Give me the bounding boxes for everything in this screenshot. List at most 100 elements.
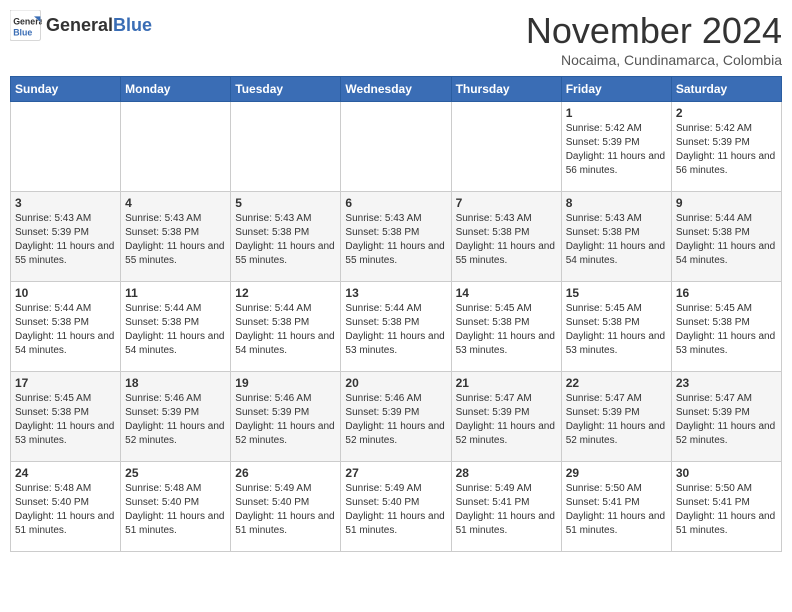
day-info: Sunrise: 5:46 AM Sunset: 5:39 PM Dayligh… bbox=[235, 392, 336, 448]
calendar-cell: 23Sunrise: 5:47 AM Sunset: 5:39 PM Dayli… bbox=[671, 372, 781, 462]
calendar-cell: 30 Sunrise: 5:50 AM Sunset: 5:41 PM Dayli… bbox=[671, 462, 781, 552]
calendar-cell: 21 Sunrise: 5:47 AM Sunset: 5:39 PM Dayli… bbox=[451, 372, 561, 462]
calendar-cell: 26Sunrise: 5:49 AM Sunset: 5:40 PM Dayli… bbox=[231, 462, 341, 552]
calendar-cell: 12 Sunrise: 5:44 AM Sunset: 5:38 PM Dayli… bbox=[231, 282, 341, 372]
weekday-header-thursday: Thursday bbox=[451, 77, 561, 102]
day-info: Sunrise: 5:45 AM Sunset: 5:38 PM Dayligh… bbox=[566, 302, 667, 358]
day-info: Sunrise: 5:43 AM Sunset: 5:38 PM Dayligh… bbox=[235, 212, 336, 268]
day-number: 12 bbox=[235, 286, 336, 300]
day-info: Sunrise: 5:44 AM Sunset: 5:38 PM Dayligh… bbox=[235, 302, 336, 358]
calendar-cell: 20 Sunrise: 5:46 AM Sunset: 5:39 PM Dayli… bbox=[341, 372, 451, 462]
day-info: Sunrise: 5:43 AM Sunset: 5:39 PM Dayligh… bbox=[15, 212, 116, 268]
day-info: Sunrise: 5:49 AM Sunset: 5:40 PM Dayligh… bbox=[345, 482, 446, 538]
day-number: 27 bbox=[345, 466, 446, 480]
day-number: 1 bbox=[566, 106, 667, 120]
calendar-cell: 27 Sunrise: 5:49 AM Sunset: 5:40 PM Dayli… bbox=[341, 462, 451, 552]
day-number: 20 bbox=[345, 376, 446, 390]
svg-text:Blue: Blue bbox=[13, 28, 32, 38]
day-info: Sunrise: 5:43 AM Sunset: 5:38 PM Dayligh… bbox=[566, 212, 667, 268]
day-number: 7 bbox=[456, 196, 557, 210]
calendar-cell: 18Sunrise: 5:46 AM Sunset: 5:39 PM Dayli… bbox=[121, 372, 231, 462]
day-number: 9 bbox=[676, 196, 777, 210]
day-info: Sunrise: 5:43 AM Sunset: 5:38 PM Dayligh… bbox=[456, 212, 557, 268]
calendar-cell: 22 Sunrise: 5:47 AM Sunset: 5:39 PM Dayli… bbox=[561, 372, 671, 462]
calendar-week-4: 17Sunrise: 5:45 AM Sunset: 5:38 PM Dayli… bbox=[11, 372, 782, 462]
calendar-cell: 11 Sunrise: 5:44 AM Sunset: 5:38 PM Dayli… bbox=[121, 282, 231, 372]
day-info: Sunrise: 5:49 AM Sunset: 5:41 PM Dayligh… bbox=[456, 482, 557, 538]
day-number: 3 bbox=[15, 196, 116, 210]
weekday-header-friday: Friday bbox=[561, 77, 671, 102]
calendar-cell: 9 Sunrise: 5:44 AM Sunset: 5:38 PM Daylig… bbox=[671, 192, 781, 282]
day-info: Sunrise: 5:42 AM Sunset: 5:39 PM Dayligh… bbox=[566, 122, 667, 178]
calendar-cell bbox=[451, 102, 561, 192]
calendar-cell bbox=[341, 102, 451, 192]
calendar-cell: 13 Sunrise: 5:44 AM Sunset: 5:38 PM Dayli… bbox=[341, 282, 451, 372]
calendar-cell: 16 Sunrise: 5:45 AM Sunset: 5:38 PM Dayli… bbox=[671, 282, 781, 372]
weekday-header-row: SundayMondayTuesdayWednesdayThursdayFrid… bbox=[11, 77, 782, 102]
calendar-cell: 7 Sunrise: 5:43 AM Sunset: 5:38 PM Daylig… bbox=[451, 192, 561, 282]
logo-icon: General Blue bbox=[10, 10, 42, 42]
day-number: 21 bbox=[456, 376, 557, 390]
day-info: Sunrise: 5:43 AM Sunset: 5:38 PM Dayligh… bbox=[345, 212, 446, 268]
calendar-cell: 28Sunrise: 5:49 AM Sunset: 5:41 PM Dayli… bbox=[451, 462, 561, 552]
logo: General Blue GeneralBlue bbox=[10, 10, 152, 42]
calendar-week-1: 1 Sunrise: 5:42 AM Sunset: 5:39 PM Daylig… bbox=[11, 102, 782, 192]
title-block: November 2024 Nocaima, Cundinamarca, Col… bbox=[526, 10, 782, 68]
calendar-cell bbox=[11, 102, 121, 192]
logo-general-text: General bbox=[46, 15, 113, 35]
calendar-cell: 19 Sunrise: 5:46 AM Sunset: 5:39 PM Dayli… bbox=[231, 372, 341, 462]
location-text: Nocaima, Cundinamarca, Colombia bbox=[526, 52, 782, 68]
calendar-cell: 15 Sunrise: 5:45 AM Sunset: 5:38 PM Dayli… bbox=[561, 282, 671, 372]
day-number: 16 bbox=[676, 286, 777, 300]
calendar-cell: 14 Sunrise: 5:45 AM Sunset: 5:38 PM Dayli… bbox=[451, 282, 561, 372]
day-info: Sunrise: 5:49 AM Sunset: 5:40 PM Dayligh… bbox=[235, 482, 336, 538]
day-info: Sunrise: 5:47 AM Sunset: 5:39 PM Dayligh… bbox=[676, 392, 777, 448]
day-info: Sunrise: 5:43 AM Sunset: 5:38 PM Dayligh… bbox=[125, 212, 226, 268]
day-number: 30 bbox=[676, 466, 777, 480]
day-info: Sunrise: 5:47 AM Sunset: 5:39 PM Dayligh… bbox=[456, 392, 557, 448]
calendar-cell: 3 Sunrise: 5:43 AM Sunset: 5:39 PM Daylig… bbox=[11, 192, 121, 282]
day-number: 29 bbox=[566, 466, 667, 480]
day-number: 15 bbox=[566, 286, 667, 300]
calendar-week-3: 10 Sunrise: 5:44 AM Sunset: 5:38 PM Dayli… bbox=[11, 282, 782, 372]
calendar-table: SundayMondayTuesdayWednesdayThursdayFrid… bbox=[10, 76, 782, 552]
day-number: 6 bbox=[345, 196, 446, 210]
calendar-cell: 4Sunrise: 5:43 AM Sunset: 5:38 PM Daylig… bbox=[121, 192, 231, 282]
page-header: General Blue GeneralBlue November 2024 N… bbox=[10, 10, 782, 68]
calendar-cell: 1 Sunrise: 5:42 AM Sunset: 5:39 PM Daylig… bbox=[561, 102, 671, 192]
day-info: Sunrise: 5:47 AM Sunset: 5:39 PM Dayligh… bbox=[566, 392, 667, 448]
day-info: Sunrise: 5:50 AM Sunset: 5:41 PM Dayligh… bbox=[676, 482, 777, 538]
day-info: Sunrise: 5:44 AM Sunset: 5:38 PM Dayligh… bbox=[125, 302, 226, 358]
day-number: 10 bbox=[15, 286, 116, 300]
day-number: 19 bbox=[235, 376, 336, 390]
day-info: Sunrise: 5:44 AM Sunset: 5:38 PM Dayligh… bbox=[345, 302, 446, 358]
calendar-cell: 2Sunrise: 5:42 AM Sunset: 5:39 PM Daylig… bbox=[671, 102, 781, 192]
calendar-cell: 5 Sunrise: 5:43 AM Sunset: 5:38 PM Daylig… bbox=[231, 192, 341, 282]
calendar-cell: 6 Sunrise: 5:43 AM Sunset: 5:38 PM Daylig… bbox=[341, 192, 451, 282]
day-number: 8 bbox=[566, 196, 667, 210]
day-info: Sunrise: 5:44 AM Sunset: 5:38 PM Dayligh… bbox=[15, 302, 116, 358]
month-title: November 2024 bbox=[526, 10, 782, 52]
day-number: 22 bbox=[566, 376, 667, 390]
calendar-cell: 25Sunrise: 5:48 AM Sunset: 5:40 PM Dayli… bbox=[121, 462, 231, 552]
day-info: Sunrise: 5:42 AM Sunset: 5:39 PM Dayligh… bbox=[676, 122, 777, 178]
day-info: Sunrise: 5:44 AM Sunset: 5:38 PM Dayligh… bbox=[676, 212, 777, 268]
calendar-cell: 29 Sunrise: 5:50 AM Sunset: 5:41 PM Dayli… bbox=[561, 462, 671, 552]
day-info: Sunrise: 5:45 AM Sunset: 5:38 PM Dayligh… bbox=[676, 302, 777, 358]
weekday-header-sunday: Sunday bbox=[11, 77, 121, 102]
weekday-header-tuesday: Tuesday bbox=[231, 77, 341, 102]
calendar-cell: 17Sunrise: 5:45 AM Sunset: 5:38 PM Dayli… bbox=[11, 372, 121, 462]
calendar-week-5: 24 Sunrise: 5:48 AM Sunset: 5:40 PM Dayli… bbox=[11, 462, 782, 552]
day-number: 5 bbox=[235, 196, 336, 210]
day-info: Sunrise: 5:45 AM Sunset: 5:38 PM Dayligh… bbox=[456, 302, 557, 358]
day-number: 14 bbox=[456, 286, 557, 300]
logo-blue-text: Blue bbox=[113, 15, 152, 35]
calendar-cell: 24Sunrise: 5:48 AM Sunset: 5:40 PM Dayli… bbox=[11, 462, 121, 552]
day-info: Sunrise: 5:50 AM Sunset: 5:41 PM Dayligh… bbox=[566, 482, 667, 538]
day-number: 24 bbox=[15, 466, 116, 480]
calendar-cell bbox=[121, 102, 231, 192]
day-number: 11 bbox=[125, 286, 226, 300]
day-number: 13 bbox=[345, 286, 446, 300]
day-info: Sunrise: 5:46 AM Sunset: 5:39 PM Dayligh… bbox=[345, 392, 446, 448]
day-info: Sunrise: 5:48 AM Sunset: 5:40 PM Dayligh… bbox=[125, 482, 226, 538]
